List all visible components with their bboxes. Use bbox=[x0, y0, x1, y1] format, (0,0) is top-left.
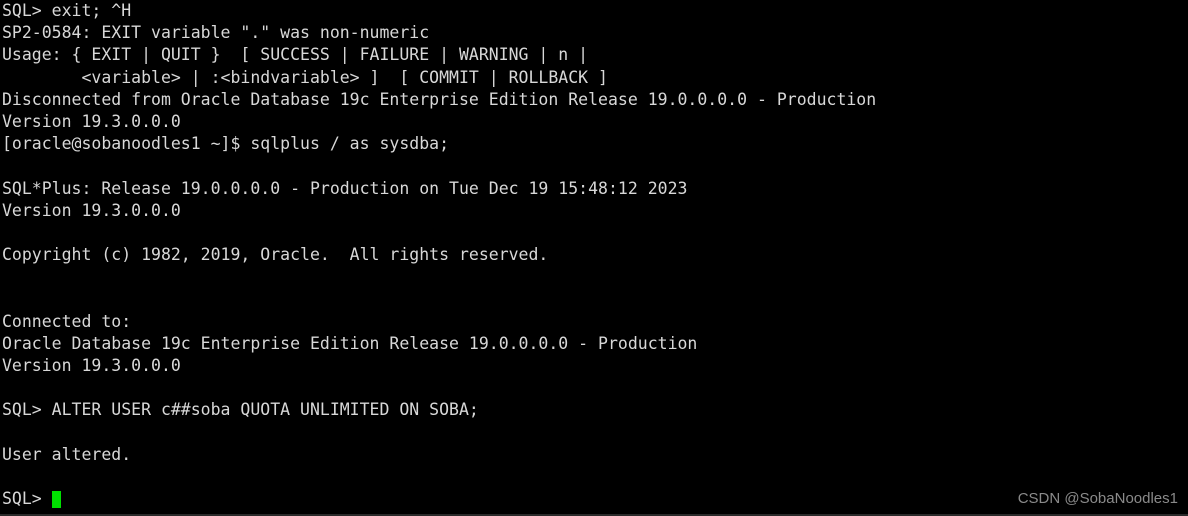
terminal-line: Copyright (c) 1982, 2019, Oracle. All ri… bbox=[2, 245, 549, 265]
terminal-window[interactable]: SQL> exit; ^H SP2-0584: EXIT variable ".… bbox=[0, 0, 1188, 516]
terminal-output: SQL> exit; ^H SP2-0584: EXIT variable ".… bbox=[2, 0, 1186, 510]
terminal-line: Version 19.3.0.0.0 bbox=[2, 111, 181, 131]
terminal-line: SQL> ALTER USER c##soba QUOTA UNLIMITED … bbox=[2, 400, 479, 420]
terminal-line: Disconnected from Oracle Database 19c En… bbox=[2, 89, 877, 109]
command-prompt[interactable]: SQL> bbox=[2, 488, 1186, 510]
terminal-line: SQL> exit; ^H bbox=[2, 1, 132, 20]
terminal-line: User altered. bbox=[2, 444, 132, 464]
terminal-line: [oracle@sobanoodles1 ~]$ sqlplus / as sy… bbox=[2, 134, 450, 154]
terminal-line: SQL*Plus: Release 19.0.0.0.0 - Productio… bbox=[2, 178, 688, 198]
block-cursor bbox=[51, 490, 62, 508]
watermark-label: CSDN @SobaNoodles1 bbox=[1017, 490, 1178, 507]
terminal-line: Oracle Database 19c Enterprise Edition R… bbox=[2, 333, 698, 353]
terminal-line: Connected to: bbox=[2, 311, 132, 331]
terminal-line: Version 19.3.0.0.0 bbox=[2, 200, 181, 220]
terminal-line: Usage: { EXIT | QUIT } [ SUCCESS | FAILU… bbox=[2, 45, 589, 65]
terminal-line: <variable> | :<bindvariable> ] [ COMMIT … bbox=[2, 67, 608, 87]
terminal-line: Version 19.3.0.0.0 bbox=[2, 356, 181, 375]
terminal-line: SP2-0584: EXIT variable "." was non-nume… bbox=[2, 23, 430, 43]
prompt-label: SQL> bbox=[2, 489, 52, 509]
